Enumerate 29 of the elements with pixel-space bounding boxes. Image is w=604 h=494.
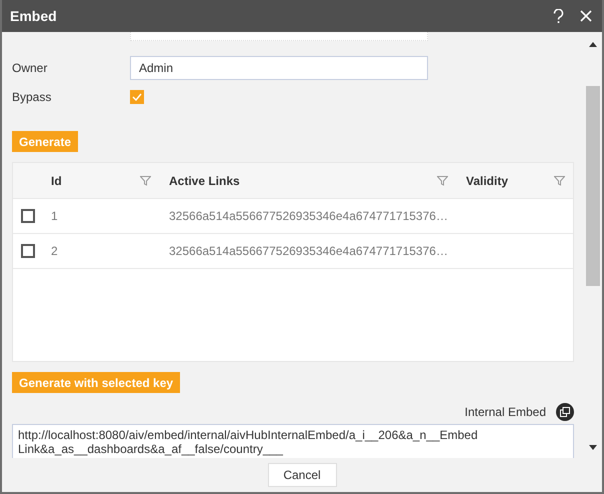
embed-label: Internal Embed	[464, 405, 546, 419]
copy-button[interactable]	[556, 403, 574, 421]
window-title: Embed	[10, 8, 58, 24]
checkbox[interactable]	[130, 90, 144, 104]
filter-icon[interactable]	[437, 176, 448, 186]
input-field[interactable]: Admin	[130, 56, 428, 80]
field-label: Owner	[12, 60, 48, 74]
row-checkbox[interactable]	[21, 244, 35, 258]
copy-icon	[560, 407, 570, 417]
column-header: Validity	[466, 174, 508, 188]
embed-url-field[interactable]: http://localhost:8080/aiv/embed/internal/aivHubInternalEmbed/a_i__206&a_n__Embed Link&a_as__dashboards&a_af__false/country___	[12, 424, 574, 458]
close-button[interactable]	[578, 8, 594, 24]
field-label: Bypass	[12, 90, 52, 104]
column-header: Id	[51, 174, 62, 188]
input-field[interactable]	[130, 32, 428, 41]
close-icon	[580, 10, 592, 22]
table-cell-text: 32566a514a556677526935346e4a674771715376…	[168, 244, 449, 258]
scrollbar-thumb[interactable]	[586, 86, 600, 286]
table-cell-text: 2	[50, 244, 59, 258]
help-icon	[552, 8, 564, 24]
table-cell-text: 1	[50, 209, 59, 223]
scroll-up-icon[interactable]	[589, 42, 597, 47]
cancel-button[interactable]: Cancel	[268, 463, 336, 487]
row-checkbox[interactable]	[21, 209, 35, 223]
filter-icon[interactable]	[140, 176, 151, 186]
table-cell-text: 32566a514a556677526935346e4a674771715376…	[168, 209, 449, 223]
filter-icon[interactable]	[554, 176, 565, 186]
scroll-down-icon[interactable]	[589, 445, 597, 450]
column-header: Active Links	[169, 174, 240, 188]
